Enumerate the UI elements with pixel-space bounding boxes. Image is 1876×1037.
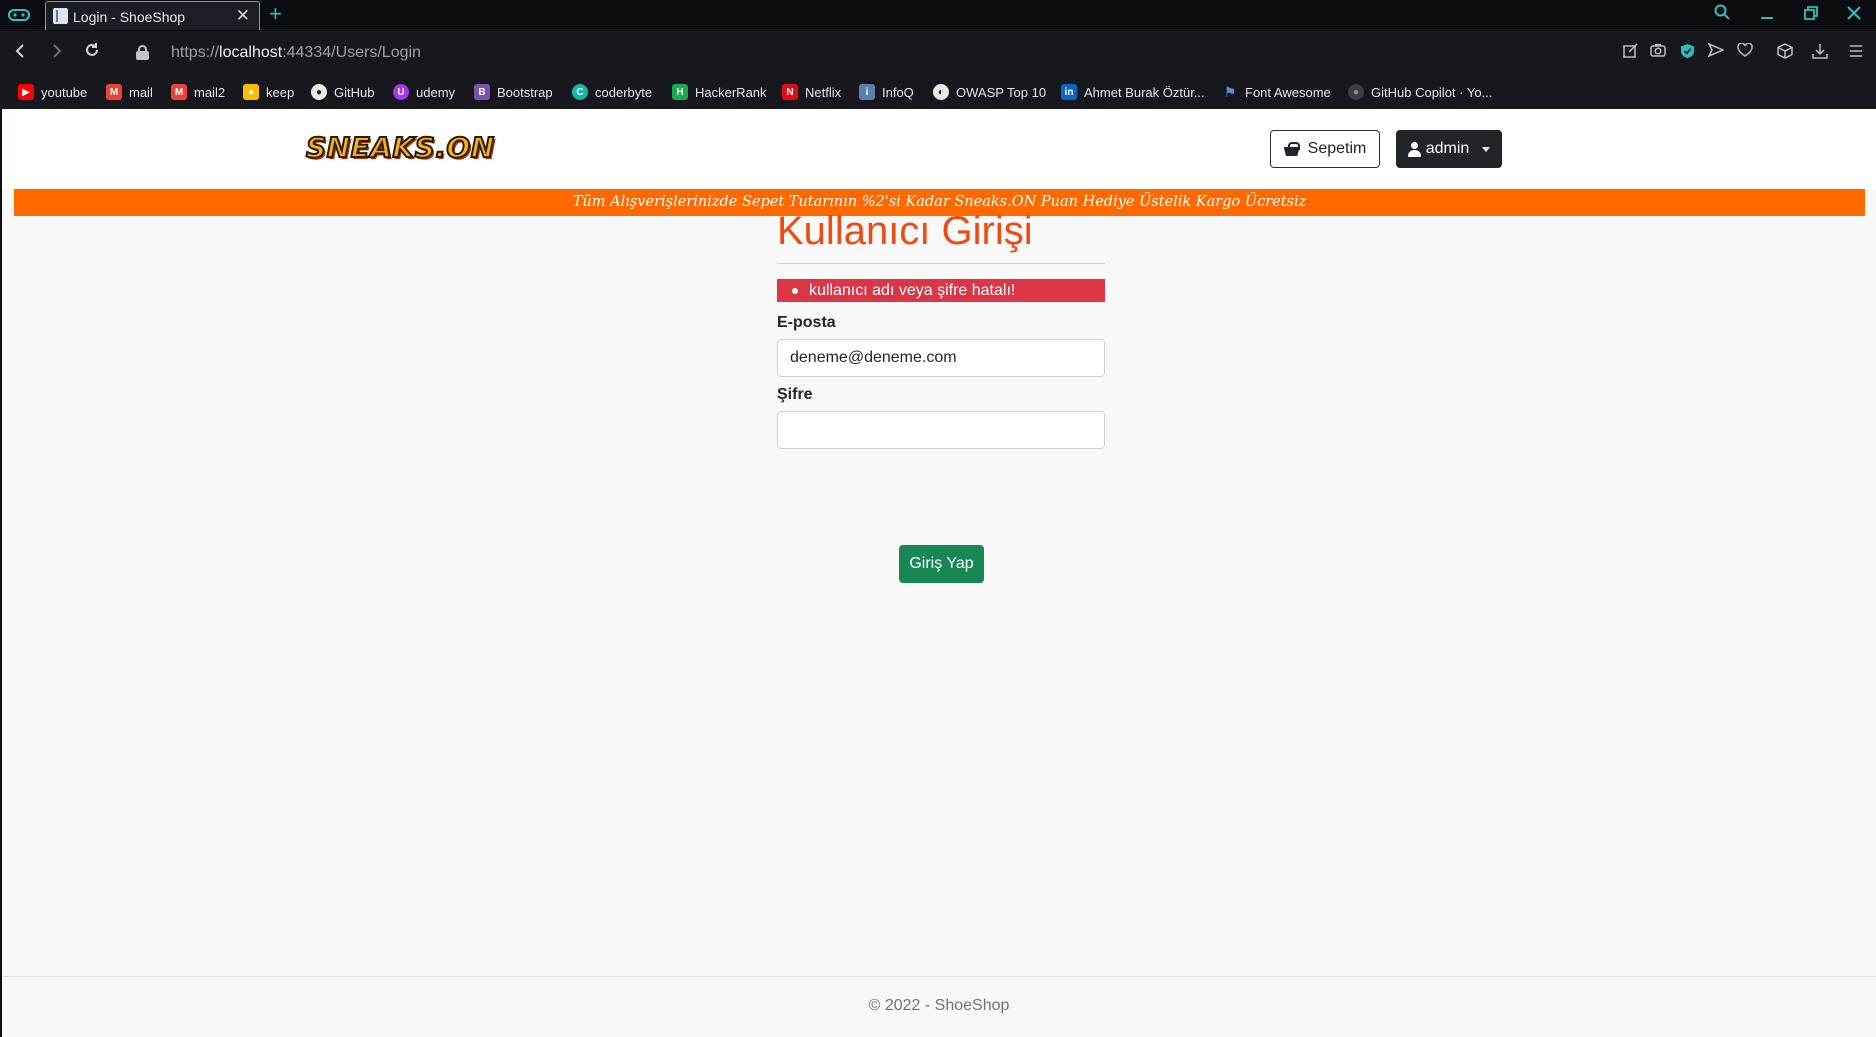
user-icon — [1407, 141, 1421, 157]
heart-icon[interactable] — [1735, 42, 1755, 63]
browser-tab-active[interactable]: Login - ShoeShop ✕ — [45, 1, 260, 30]
password-input[interactable] — [777, 411, 1105, 449]
hackerrank-icon: H — [672, 84, 688, 100]
gmail-icon: M — [106, 84, 122, 100]
linkedin-icon: in — [1061, 84, 1077, 100]
login-submit-button[interactable]: Giriş Yap — [899, 545, 984, 583]
address-bar: https://localhost:44334/Users/Login — [0, 31, 1876, 75]
new-tab-button[interactable]: + — [269, 2, 282, 26]
minimize-window-icon[interactable] — [1752, 3, 1782, 27]
user-menu-button[interactable]: admin — [1396, 130, 1502, 168]
footer-copyright: © 2022 - ShoeShop — [868, 997, 1010, 1014]
github-icon: ● — [311, 84, 327, 100]
bookmark-infoq[interactable]: i InfoQ — [859, 82, 914, 102]
site-logo[interactable]: SNEAKS.ON — [305, 130, 495, 165]
bookmark-github-copilot[interactable]: ● GitHub Copilot · Yo... — [1348, 82, 1492, 102]
bookmark-linkedin[interactable]: in Ahmet Burak Öztür... — [1061, 82, 1205, 102]
bookmark-hackerrank[interactable]: H HackerRank — [672, 82, 767, 102]
page-favicon-icon — [53, 8, 68, 24]
site-header: SNEAKS.ON Sepetim admin — [2, 109, 1876, 189]
bookmark-mail[interactable]: M mail — [106, 82, 153, 102]
user-label: admin — [1425, 140, 1470, 157]
bookmark-label: mail2 — [194, 84, 226, 100]
bookmark-github[interactable]: ● GitHub — [311, 82, 374, 102]
forward-icon[interactable] — [44, 41, 68, 65]
caret-down-icon — [1482, 146, 1491, 152]
bootstrap-icon: B — [474, 84, 490, 100]
bookmark-netflix[interactable]: N Netflix — [782, 82, 841, 102]
bookmark-label: Bootstrap — [497, 84, 553, 100]
camera-icon[interactable] — [1648, 43, 1668, 63]
keep-icon: ● — [243, 84, 259, 100]
udemy-icon: U — [393, 84, 409, 100]
menu-icon[interactable] — [1846, 43, 1866, 63]
netflix-icon: N — [782, 84, 798, 100]
infoq-icon: i — [859, 84, 875, 100]
fontawesome-icon: ⚑ — [1223, 83, 1237, 100]
reload-icon[interactable] — [80, 41, 104, 65]
url-field[interactable]: https://localhost:44334/Users/Login — [171, 44, 421, 62]
bookmark-coderbyte[interactable]: C coderbyte — [572, 82, 652, 102]
tab-close-icon[interactable]: ✕ — [236, 6, 250, 26]
site-footer: © 2022 - ShoeShop — [2, 976, 1876, 1037]
bookmark-label: InfoQ — [882, 84, 914, 100]
bookmark-keep[interactable]: ● keep — [243, 82, 294, 102]
cube-icon[interactable] — [1775, 43, 1795, 63]
coderbyte-icon: C — [572, 84, 588, 100]
tab-title: Login - ShoeShop — [73, 9, 186, 25]
edit-share-icon[interactable] — [1620, 43, 1640, 63]
close-window-icon[interactable] — [1839, 3, 1869, 27]
bookmark-label: HackerRank — [695, 84, 767, 100]
bookmark-label: Font Awesome — [1245, 84, 1331, 100]
error-alert: kullanıcı adı veya şifre hatalı! — [777, 279, 1105, 302]
download-icon[interactable] — [1810, 43, 1830, 63]
owasp-icon: ◐ — [933, 84, 949, 100]
workspaces-icon[interactable] — [8, 7, 34, 23]
url-scheme: https:// — [171, 44, 220, 61]
url-host: localhost — [219, 44, 283, 61]
page-title: Kullanıcı Girişi — [777, 209, 1033, 253]
cart-label: Sepetim — [1307, 140, 1367, 157]
email-input[interactable] — [777, 339, 1105, 377]
restore-window-icon[interactable] — [1796, 3, 1826, 27]
bookmark-label: Netflix — [805, 84, 842, 100]
bookmark-mail2[interactable]: M mail2 — [171, 82, 225, 102]
email-label: E-posta — [777, 314, 836, 331]
bookmark-label: udemy — [416, 84, 456, 100]
search-tabs-icon[interactable] — [1707, 3, 1737, 27]
cart-button[interactable]: Sepetim — [1270, 130, 1380, 168]
browser-tab-bar: Login - ShoeShop ✕ + — [0, 0, 1876, 30]
password-label: Şifre — [777, 386, 813, 403]
bookmark-label: coderbyte — [595, 84, 653, 100]
url-path: :44334/Users/Login — [282, 44, 421, 61]
back-icon[interactable] — [9, 41, 33, 65]
bookmark-label: keep — [266, 84, 295, 100]
bookmark-label: Ahmet Burak Öztür... — [1084, 84, 1205, 100]
bookmark-label: youtube — [41, 84, 88, 100]
bookmark-udemy[interactable]: U udemy — [393, 82, 455, 102]
bookmark-label: OWASP Top 10 — [956, 84, 1047, 100]
basket-icon — [1284, 142, 1300, 156]
bookmark-label: mail — [129, 84, 153, 100]
bookmark-youtube[interactable]: ▶ youtube — [18, 82, 87, 102]
gmail-icon: M — [171, 84, 187, 100]
bookmark-fontawesome[interactable]: ⚑ Font Awesome — [1222, 82, 1331, 102]
title-divider — [777, 263, 1105, 264]
shield-icon[interactable] — [1677, 43, 1697, 63]
bookmark-label: GitHub — [334, 84, 375, 100]
bookmarks-bar: ▶ youtube M mail M mail2 ● keep ● GitHub… — [0, 75, 1876, 109]
github-copilot-icon: ● — [1348, 84, 1364, 100]
bookmark-label: GitHub Copilot · Yo... — [1371, 84, 1493, 100]
page-viewport: SNEAKS.ON Sepetim admin Tüm Alışverişler… — [2, 109, 1876, 1037]
lock-icon[interactable] — [136, 45, 149, 60]
send-icon[interactable] — [1706, 42, 1726, 63]
bookmark-bootstrap[interactable]: B Bootstrap — [474, 82, 553, 102]
bookmark-owasp[interactable]: ◐ OWASP Top 10 — [933, 82, 1046, 102]
youtube-icon: ▶ — [18, 84, 34, 100]
